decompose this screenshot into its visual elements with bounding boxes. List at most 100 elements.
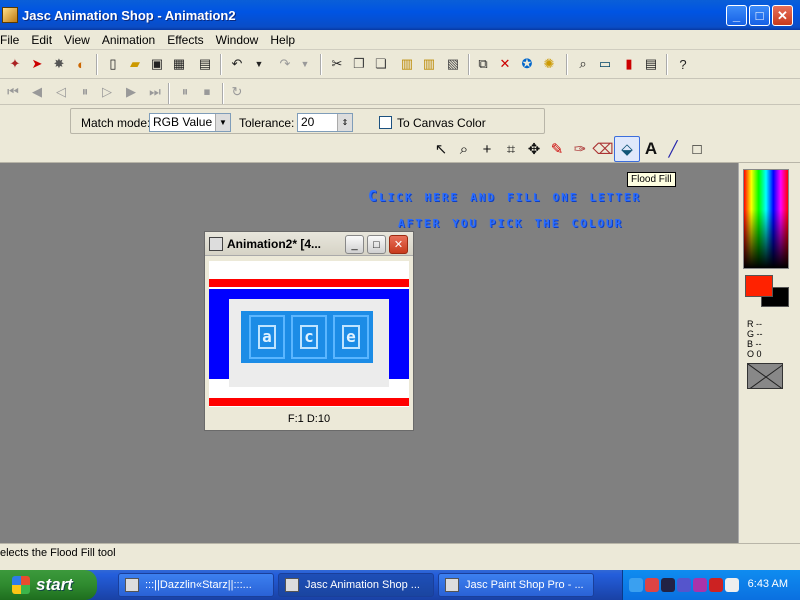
paste-icon[interactable]: ▥: [398, 55, 416, 73]
save-icon[interactable]: ▣: [148, 55, 166, 73]
mover-tool-icon[interactable]: ✥: [523, 138, 545, 160]
shield-icon[interactable]: [661, 578, 675, 592]
rectangle-tool-icon[interactable]: □: [686, 138, 708, 160]
menu-animation[interactable]: Animation: [96, 33, 161, 47]
dropper-tool-icon[interactable]: ✎: [546, 138, 568, 160]
tolerance-spinner[interactable]: 20 ⇕: [297, 113, 353, 132]
banner-icon[interactable]: ➤: [28, 55, 46, 73]
crosshair-tool-icon[interactable]: +: [476, 138, 498, 160]
filmstrip-icon[interactable]: ▤: [642, 55, 660, 73]
top-red-stripe: [209, 279, 409, 287]
close-button[interactable]: ✕: [772, 5, 793, 26]
match-mode-select[interactable]: RGB Value ▼: [149, 113, 231, 132]
color-panel: R -- G -- B -- O 0: [738, 163, 800, 543]
taskbar-item-paint-shop[interactable]: Jasc Paint Shop Pro - ...: [438, 573, 594, 597]
letter-tile[interactable]: e: [333, 315, 369, 359]
optimize-icon[interactable]: ◐: [72, 55, 90, 73]
color-spectrum[interactable]: [743, 169, 789, 269]
animation-window[interactable]: Animation2* [4... _ □ ✕ a c e F:1 D:10: [204, 231, 414, 431]
letter-tile[interactable]: c: [291, 315, 327, 359]
next-frame-icon[interactable]: ▶: [122, 83, 140, 101]
antivirus-icon[interactable]: [709, 578, 723, 592]
menu-edit[interactable]: Edit: [25, 33, 58, 47]
security-icon[interactable]: [645, 578, 659, 592]
cut-icon[interactable]: ✂: [328, 55, 346, 73]
loop-icon[interactable]: ↻: [228, 83, 246, 101]
text-effect-icon[interactable]: ✪: [518, 55, 536, 73]
transparent-swatch[interactable]: [747, 363, 783, 389]
paste-frames-icon[interactable]: ▥: [420, 55, 438, 73]
copy-icon[interactable]: ❐: [350, 55, 368, 73]
menu-file[interactable]: File: [0, 33, 25, 47]
task-label: Jasc Animation Shop ...: [305, 579, 420, 591]
menu-window[interactable]: Window: [210, 33, 265, 47]
pause-frame-icon[interactable]: ⏸: [176, 83, 194, 101]
taskbar-item-animation-shop[interactable]: Jasc Animation Shop ...: [278, 573, 434, 597]
play-back-icon[interactable]: ◁: [52, 83, 70, 101]
system-tray: 6:43 AM: [622, 570, 800, 600]
copy-frames-icon[interactable]: ❏: [372, 55, 390, 73]
volume-icon[interactable]: [677, 578, 691, 592]
child-minimize-button[interactable]: _: [345, 235, 364, 254]
minimize-button[interactable]: _: [726, 5, 747, 26]
eraser-tool-icon[interactable]: ⌫: [592, 138, 614, 160]
update-icon[interactable]: [725, 578, 739, 592]
zoom-tool-icon[interactable]: ⌕: [453, 138, 475, 160]
open-folder-icon[interactable]: ▰: [126, 55, 144, 73]
menu-view[interactable]: View: [58, 33, 96, 47]
wizard-icon[interactable]: ✦: [6, 55, 24, 73]
redo-icon[interactable]: ↷: [276, 55, 294, 73]
zoom-icon[interactable]: ⌕: [574, 55, 592, 73]
vcr-icon[interactable]: ▭: [596, 55, 614, 73]
text-tool-icon[interactable]: A: [640, 138, 662, 160]
blue-readout: B --: [747, 339, 762, 349]
play-icon[interactable]: ▷: [98, 83, 116, 101]
taskbar-item-browser[interactable]: :::||Dazzlin«Starz||:::...: [118, 573, 274, 597]
child-close-button[interactable]: ✕: [389, 235, 408, 254]
color-readout: R -- G -- B -- O 0: [747, 319, 763, 359]
menu-help[interactable]: Help: [264, 33, 301, 47]
tooltip: Flood Fill: [627, 172, 676, 187]
print-icon[interactable]: ▤: [196, 55, 214, 73]
instruction-line-2: after you pick the colour: [398, 213, 624, 231]
start-button[interactable]: start: [0, 570, 97, 600]
new-file-icon[interactable]: ▯: [104, 55, 122, 73]
taskbar: start :::||Dazzlin«Starz||:::... Jasc An…: [0, 570, 800, 600]
prev-frame-icon[interactable]: ◀: [28, 83, 46, 101]
flood-fill-tool-icon[interactable]: ⬙: [614, 136, 640, 162]
redo-dropdown-icon[interactable]: ▼: [296, 55, 314, 73]
transition-icon[interactable]: ✕: [496, 55, 514, 73]
first-frame-icon[interactable]: ⏮: [4, 83, 22, 101]
color-swatches[interactable]: [743, 275, 793, 309]
undo-icon[interactable]: ↶: [228, 55, 246, 73]
replace-color-icon[interactable]: ✺: [540, 55, 558, 73]
frames-icon[interactable]: ▦: [170, 55, 188, 73]
crop-tool-icon[interactable]: ⌗: [500, 138, 522, 160]
network-icon[interactable]: [629, 578, 643, 592]
crop-icon[interactable]: ⧉: [474, 55, 492, 73]
arrow-tool-icon[interactable]: ↖: [430, 138, 452, 160]
effect-icon[interactable]: ✸: [50, 55, 68, 73]
animation-canvas[interactable]: a c e: [209, 261, 409, 407]
to-canvas-checkbox[interactable]: [379, 116, 392, 129]
paintbrush-tool-icon[interactable]: ✑: [569, 138, 591, 160]
undo-dropdown-icon[interactable]: ▼: [250, 55, 268, 73]
pause-icon[interactable]: ⏸: [76, 83, 94, 101]
stop-icon[interactable]: ⏹: [198, 83, 216, 101]
messenger-icon[interactable]: [693, 578, 707, 592]
letter-tile[interactable]: a: [249, 315, 285, 359]
child-maximize-button[interactable]: □: [367, 235, 386, 254]
spinner-arrows-icon: ⇕: [337, 114, 352, 131]
menu-effects[interactable]: Effects: [161, 33, 209, 47]
tool-options-bar: Match mode: RGB Value ▼ Tolerance: 20 ⇕ …: [0, 106, 800, 134]
palette-icon[interactable]: ▮: [620, 55, 638, 73]
foreground-color-swatch[interactable]: [745, 275, 773, 297]
paste-into-icon[interactable]: ▧: [444, 55, 462, 73]
last-frame-icon[interactable]: ⏭: [146, 83, 164, 101]
help-icon[interactable]: ?: [674, 55, 692, 73]
window-title: Jasc Animation Shop - Animation2: [22, 7, 236, 23]
line-tool-icon[interactable]: ╱: [662, 138, 684, 160]
animation-window-title: Animation2* [4...: [227, 236, 322, 251]
maximize-button[interactable]: □: [749, 5, 770, 26]
red-readout: R --: [747, 319, 762, 329]
